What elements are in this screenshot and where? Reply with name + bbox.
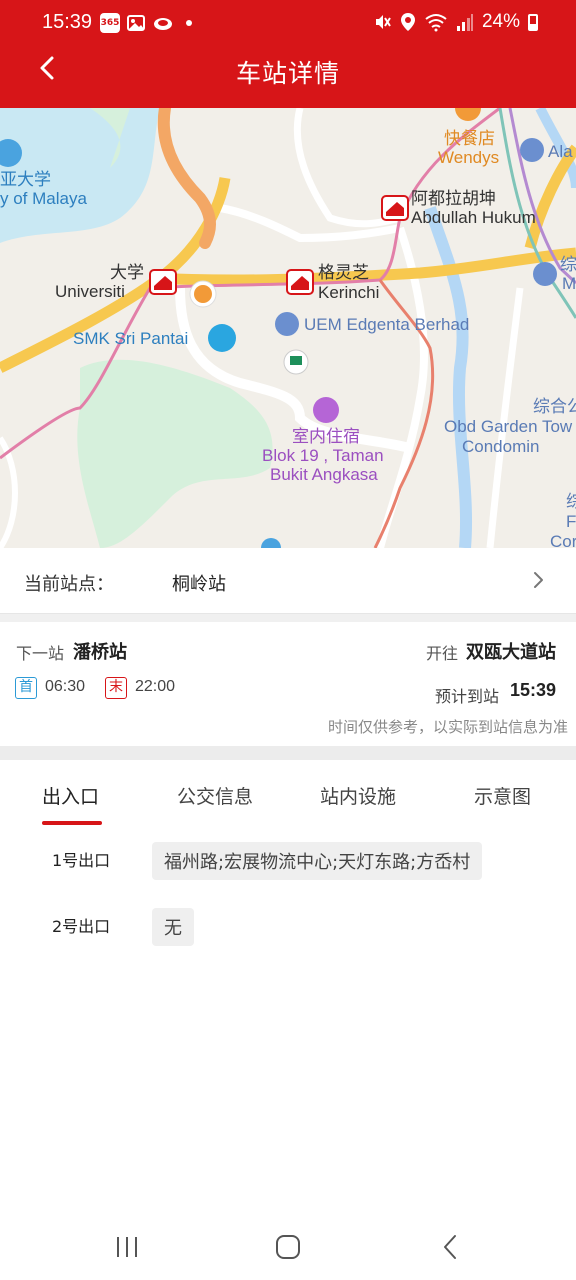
home-icon bbox=[276, 1235, 300, 1259]
station-marker-kerinchi bbox=[286, 269, 314, 295]
exit-detail: 福州路;宏展物流中心;天灯东路;方岙村 bbox=[152, 842, 483, 880]
first-train-time: 06:30 bbox=[45, 678, 86, 695]
map-label-f: F bbox=[566, 512, 576, 531]
location-icon bbox=[400, 13, 415, 31]
section-divider bbox=[0, 746, 576, 760]
system-nav-bar bbox=[0, 1212, 576, 1280]
current-station-label: 当前站点： bbox=[24, 574, 114, 595]
exit-detail: 无 bbox=[152, 908, 194, 946]
system-icons: 24% bbox=[372, 11, 538, 33]
map-label-uem: UEM Edgenta Berhad bbox=[304, 315, 470, 334]
station-marker-universiti bbox=[149, 269, 177, 295]
battery-percent: 24% bbox=[481, 11, 520, 32]
tab-facilities[interactable]: 站内设施 bbox=[320, 782, 396, 809]
map-label-wendys-cn: 快餐店 bbox=[444, 129, 495, 148]
next-station-label: 下一站 bbox=[16, 644, 65, 663]
tab-bar: 出入口 公交信息 站内设施 示意图 bbox=[0, 760, 576, 830]
page-title: 车站详情 bbox=[235, 59, 340, 88]
last-train-time: 22:00 bbox=[135, 678, 176, 695]
map-label-obd2: Condomin bbox=[462, 437, 540, 456]
gallery-icon bbox=[126, 13, 146, 33]
current-station-value: 桐岭站 bbox=[172, 574, 226, 595]
toward-station-value: 双瓯大道站 bbox=[466, 642, 556, 663]
map-label-ala: Ala bbox=[548, 142, 573, 161]
map-label-obd1: Obd Garden Tow bbox=[444, 417, 573, 436]
last-train-badge: 末 bbox=[105, 677, 127, 699]
map-label-stay-cn: 室内住宿 bbox=[292, 427, 360, 446]
dot-icon bbox=[186, 20, 192, 26]
tab-diagram[interactable]: 示意图 bbox=[474, 782, 531, 809]
back-icon bbox=[444, 1235, 456, 1259]
tab-entrances[interactable]: 出入口 bbox=[42, 782, 99, 809]
map-label-zong2: 综 bbox=[566, 492, 576, 511]
mute-icon bbox=[375, 15, 391, 29]
notification-icons: 365 bbox=[100, 13, 192, 33]
arrival-label: 预计到站 bbox=[435, 687, 500, 706]
current-station-row[interactable]: 当前站点： 桐岭站 bbox=[0, 548, 576, 614]
first-train-badge: 首 bbox=[15, 677, 37, 699]
active-tab-indicator bbox=[42, 821, 102, 825]
map-label-daxue-en: Universiti bbox=[55, 282, 125, 301]
cloud-icon bbox=[152, 13, 172, 33]
status-time: 15:39 bbox=[42, 11, 93, 33]
next-station-value: 潘桥站 bbox=[73, 642, 127, 663]
arrival-time: 15:39 bbox=[510, 680, 557, 700]
exit-name: 2号出口 bbox=[52, 917, 111, 936]
map-label-abdullah-cn: 阿都拉胡坤 bbox=[411, 189, 496, 208]
map-label-univ-en: y of Malaya bbox=[0, 189, 87, 208]
map-label-abdullah-en: Abdullah Hukum bbox=[411, 208, 536, 227]
time-disclaimer: 时间仅供参考，以实际到站信息为准 bbox=[327, 718, 568, 736]
recent-apps-icon bbox=[117, 1237, 137, 1257]
list-item: 2号出口 无 bbox=[0, 906, 576, 966]
home-button[interactable] bbox=[273, 1232, 303, 1262]
map-label-zonghe: 综合公 bbox=[533, 397, 576, 416]
map-label-stay-en2: Bukit Angkasa bbox=[270, 465, 378, 484]
status-bar: 15:39 365 24% bbox=[0, 0, 576, 48]
map-label-zong-cn: 综 bbox=[560, 255, 576, 274]
map-label-stay-en1: Blok 19 , Taman bbox=[262, 446, 384, 465]
chevron-right-icon bbox=[534, 572, 543, 588]
signal-icon bbox=[456, 14, 473, 31]
back-nav-button[interactable] bbox=[436, 1232, 466, 1262]
battery-icon bbox=[528, 13, 538, 31]
station-marker-abdullah-hukum bbox=[381, 195, 409, 221]
map-label-wendys-en: Wendys bbox=[438, 148, 500, 167]
map-label-cor: Cor bbox=[550, 532, 576, 548]
toward-label: 开往 bbox=[426, 644, 459, 663]
list-item: 1号出口 福州路;宏展物流中心;天灯东路;方岙村 bbox=[0, 840, 576, 900]
station-map[interactable]: 亚大学 y of Malaya 快餐店 Wendys Ala 阿都拉胡坤 Abd… bbox=[0, 108, 576, 548]
divider bbox=[0, 614, 576, 622]
map-label-daxue-cn: 大学 bbox=[110, 263, 144, 282]
map-label-univ-cn: 亚大学 bbox=[0, 170, 51, 189]
map-label-kerinchi-cn: 格灵芝 bbox=[318, 263, 369, 282]
exit-name: 1号出口 bbox=[52, 851, 111, 870]
map-label-kerinchi-en: Kerinchi bbox=[318, 283, 380, 302]
map-label-smk: SMK Sri Pantai bbox=[73, 329, 189, 348]
recent-apps-button[interactable] bbox=[112, 1232, 142, 1262]
calendar-365-icon: 365 bbox=[100, 13, 120, 33]
tab-bus-info[interactable]: 公交信息 bbox=[177, 782, 253, 809]
train-info-panel: 下一站 潘桥站 开往 双瓯大道站 首 06:30 末 22:00 预计到站 15… bbox=[0, 622, 576, 746]
wifi-icon bbox=[425, 14, 447, 32]
map-label-zong-m: M bbox=[562, 274, 576, 293]
app-header: 15:39 365 24% 车站详情 bbox=[0, 0, 576, 108]
